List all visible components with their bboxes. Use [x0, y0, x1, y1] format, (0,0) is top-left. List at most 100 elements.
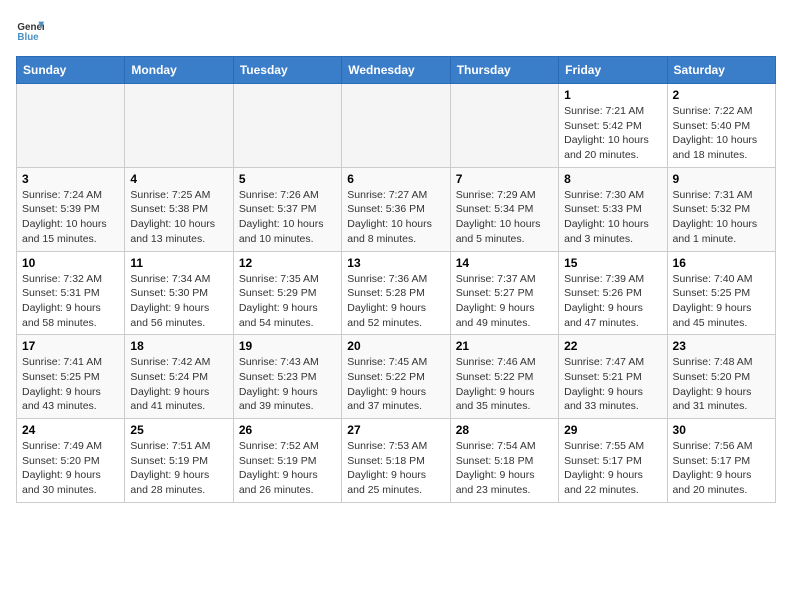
calendar-table: SundayMondayTuesdayWednesdayThursdayFrid…	[16, 56, 776, 503]
day-number: 21	[456, 339, 553, 353]
calendar-cell: 3 Sunrise: 7:24 AMSunset: 5:39 PMDaylight…	[17, 167, 125, 251]
day-number: 24	[22, 423, 119, 437]
calendar-week-5: 24Sunrise: 7:49 AMSunset: 5:20 PMDayligh…	[17, 419, 776, 503]
day-number: 19	[239, 339, 336, 353]
day-number: 26	[239, 423, 336, 437]
day-info: Sunrise: 7:46 AMSunset: 5:22 PMDaylight:…	[456, 355, 553, 414]
calendar-cell: 18 Sunrise: 7:42 AMSunset: 5:24 PMDayligh…	[125, 335, 233, 419]
calendar-cell: 12 Sunrise: 7:35 AMSunset: 5:29 PMDayligh…	[233, 251, 341, 335]
day-info: Sunrise: 7:37 AMSunset: 5:27 PMDaylight:…	[456, 272, 553, 331]
calendar-cell	[233, 84, 341, 168]
day-number: 22	[564, 339, 661, 353]
calendar-cell: 10 Sunrise: 7:32 AMSunset: 5:31 PMDayligh…	[17, 251, 125, 335]
day-number: 28	[456, 423, 553, 437]
day-info: Sunrise: 7:35 AMSunset: 5:29 PMDaylight:…	[239, 272, 336, 331]
day-number: 7	[456, 172, 553, 186]
day-number: 6	[347, 172, 444, 186]
calendar-cell	[17, 84, 125, 168]
calendar-cell: 16 Sunrise: 7:40 AMSunset: 5:25 PMDayligh…	[667, 251, 775, 335]
day-number: 12	[239, 256, 336, 270]
calendar-cell: 19 Sunrise: 7:43 AMSunset: 5:23 PMDayligh…	[233, 335, 341, 419]
day-info: Sunrise: 7:52 AMSunset: 5:19 PMDaylight:…	[239, 439, 336, 498]
svg-text:Blue: Blue	[17, 32, 39, 43]
day-info: Sunrise: 7:36 AMSunset: 5:28 PMDaylight:…	[347, 272, 444, 331]
day-info: Sunrise: 7:47 AMSunset: 5:21 PMDaylight:…	[564, 355, 661, 414]
day-info: Sunrise: 7:32 AMSunset: 5:31 PMDaylight:…	[22, 272, 119, 331]
day-info: Sunrise: 7:42 AMSunset: 5:24 PMDaylight:…	[130, 355, 227, 414]
day-info: Sunrise: 7:55 AMSunset: 5:17 PMDaylight:…	[564, 439, 661, 498]
logo: General Blue	[16, 16, 48, 44]
day-number: 15	[564, 256, 661, 270]
day-number: 20	[347, 339, 444, 353]
day-info: Sunrise: 7:39 AMSunset: 5:26 PMDaylight:…	[564, 272, 661, 331]
day-number: 18	[130, 339, 227, 353]
day-info: Sunrise: 7:48 AMSunset: 5:20 PMDaylight:…	[673, 355, 770, 414]
calendar-cell: 28 Sunrise: 7:54 AMSunset: 5:18 PMDayligh…	[450, 419, 558, 503]
calendar-cell: 11 Sunrise: 7:34 AMSunset: 5:30 PMDayligh…	[125, 251, 233, 335]
page-header: General Blue	[16, 16, 776, 44]
day-number: 14	[456, 256, 553, 270]
logo-icon: General Blue	[16, 16, 44, 44]
day-info: Sunrise: 7:53 AMSunset: 5:18 PMDaylight:…	[347, 439, 444, 498]
day-number: 11	[130, 256, 227, 270]
weekday-header-saturday: Saturday	[667, 57, 775, 84]
day-info: Sunrise: 7:30 AMSunset: 5:33 PMDaylight:…	[564, 188, 661, 247]
day-number: 30	[673, 423, 770, 437]
day-number: 9	[673, 172, 770, 186]
calendar-cell: 15 Sunrise: 7:39 AMSunset: 5:26 PMDayligh…	[559, 251, 667, 335]
calendar-cell: 24Sunrise: 7:49 AMSunset: 5:20 PMDayligh…	[17, 419, 125, 503]
weekday-header-thursday: Thursday	[450, 57, 558, 84]
calendar-cell	[450, 84, 558, 168]
calendar-cell: 25Sunrise: 7:51 AMSunset: 5:19 PMDayligh…	[125, 419, 233, 503]
day-number: 17	[22, 339, 119, 353]
day-info: Sunrise: 7:40 AMSunset: 5:25 PMDaylight:…	[673, 272, 770, 331]
calendar-cell: 5Sunrise: 7:26 AMSunset: 5:37 PMDaylight…	[233, 167, 341, 251]
calendar-week-2: 3 Sunrise: 7:24 AMSunset: 5:39 PMDaylight…	[17, 167, 776, 251]
day-info: Sunrise: 7:27 AMSunset: 5:36 PMDaylight:…	[347, 188, 444, 247]
calendar-cell: 13 Sunrise: 7:36 AMSunset: 5:28 PMDayligh…	[342, 251, 450, 335]
day-number: 1	[564, 88, 661, 102]
calendar-cell: 4Sunrise: 7:25 AMSunset: 5:38 PMDaylight…	[125, 167, 233, 251]
day-info: Sunrise: 7:21 AMSunset: 5:42 PMDaylight:…	[564, 104, 661, 163]
day-info: Sunrise: 7:41 AMSunset: 5:25 PMDaylight:…	[22, 355, 119, 414]
calendar-cell: 29 Sunrise: 7:55 AMSunset: 5:17 PMDayligh…	[559, 419, 667, 503]
calendar-cell: 9 Sunrise: 7:31 AMSunset: 5:32 PMDaylight…	[667, 167, 775, 251]
day-info: Sunrise: 7:24 AMSunset: 5:39 PMDaylight:…	[22, 188, 119, 247]
calendar-cell: 21 Sunrise: 7:46 AMSunset: 5:22 PMDayligh…	[450, 335, 558, 419]
calendar-cell	[125, 84, 233, 168]
calendar-cell: 20 Sunrise: 7:45 AMSunset: 5:22 PMDayligh…	[342, 335, 450, 419]
weekday-header-sunday: Sunday	[17, 57, 125, 84]
calendar-cell: 26 Sunrise: 7:52 AMSunset: 5:19 PMDayligh…	[233, 419, 341, 503]
calendar-week-4: 17 Sunrise: 7:41 AMSunset: 5:25 PMDayligh…	[17, 335, 776, 419]
day-info: Sunrise: 7:45 AMSunset: 5:22 PMDaylight:…	[347, 355, 444, 414]
calendar-cell: 22 Sunrise: 7:47 AMSunset: 5:21 PMDayligh…	[559, 335, 667, 419]
day-info: Sunrise: 7:31 AMSunset: 5:32 PMDaylight:…	[673, 188, 770, 247]
day-info: Sunrise: 7:34 AMSunset: 5:30 PMDaylight:…	[130, 272, 227, 331]
day-number: 10	[22, 256, 119, 270]
day-number: 27	[347, 423, 444, 437]
calendar-cell: 2Sunrise: 7:22 AMSunset: 5:40 PMDaylight…	[667, 84, 775, 168]
calendar-cell: 6 Sunrise: 7:27 AMSunset: 5:36 PMDaylight…	[342, 167, 450, 251]
day-number: 2	[673, 88, 770, 102]
day-info: Sunrise: 7:54 AMSunset: 5:18 PMDaylight:…	[456, 439, 553, 498]
calendar-cell: 1 Sunrise: 7:21 AMSunset: 5:42 PMDaylight…	[559, 84, 667, 168]
day-number: 13	[347, 256, 444, 270]
day-number: 29	[564, 423, 661, 437]
weekday-header-wednesday: Wednesday	[342, 57, 450, 84]
day-info: Sunrise: 7:25 AMSunset: 5:38 PMDaylight:…	[130, 188, 227, 247]
calendar-cell: 14 Sunrise: 7:37 AMSunset: 5:27 PMDayligh…	[450, 251, 558, 335]
weekday-header-tuesday: Tuesday	[233, 57, 341, 84]
calendar-cell	[342, 84, 450, 168]
calendar-cell: 7 Sunrise: 7:29 AMSunset: 5:34 PMDaylight…	[450, 167, 558, 251]
day-info: Sunrise: 7:43 AMSunset: 5:23 PMDaylight:…	[239, 355, 336, 414]
day-info: Sunrise: 7:51 AMSunset: 5:19 PMDaylight:…	[130, 439, 227, 498]
calendar-cell: 27 Sunrise: 7:53 AMSunset: 5:18 PMDayligh…	[342, 419, 450, 503]
day-number: 3	[22, 172, 119, 186]
day-number: 16	[673, 256, 770, 270]
day-number: 23	[673, 339, 770, 353]
calendar-week-3: 10 Sunrise: 7:32 AMSunset: 5:31 PMDayligh…	[17, 251, 776, 335]
calendar-cell: 8Sunrise: 7:30 AMSunset: 5:33 PMDaylight…	[559, 167, 667, 251]
day-info: Sunrise: 7:56 AMSunset: 5:17 PMDaylight:…	[673, 439, 770, 498]
weekday-header-monday: Monday	[125, 57, 233, 84]
day-info: Sunrise: 7:29 AMSunset: 5:34 PMDaylight:…	[456, 188, 553, 247]
